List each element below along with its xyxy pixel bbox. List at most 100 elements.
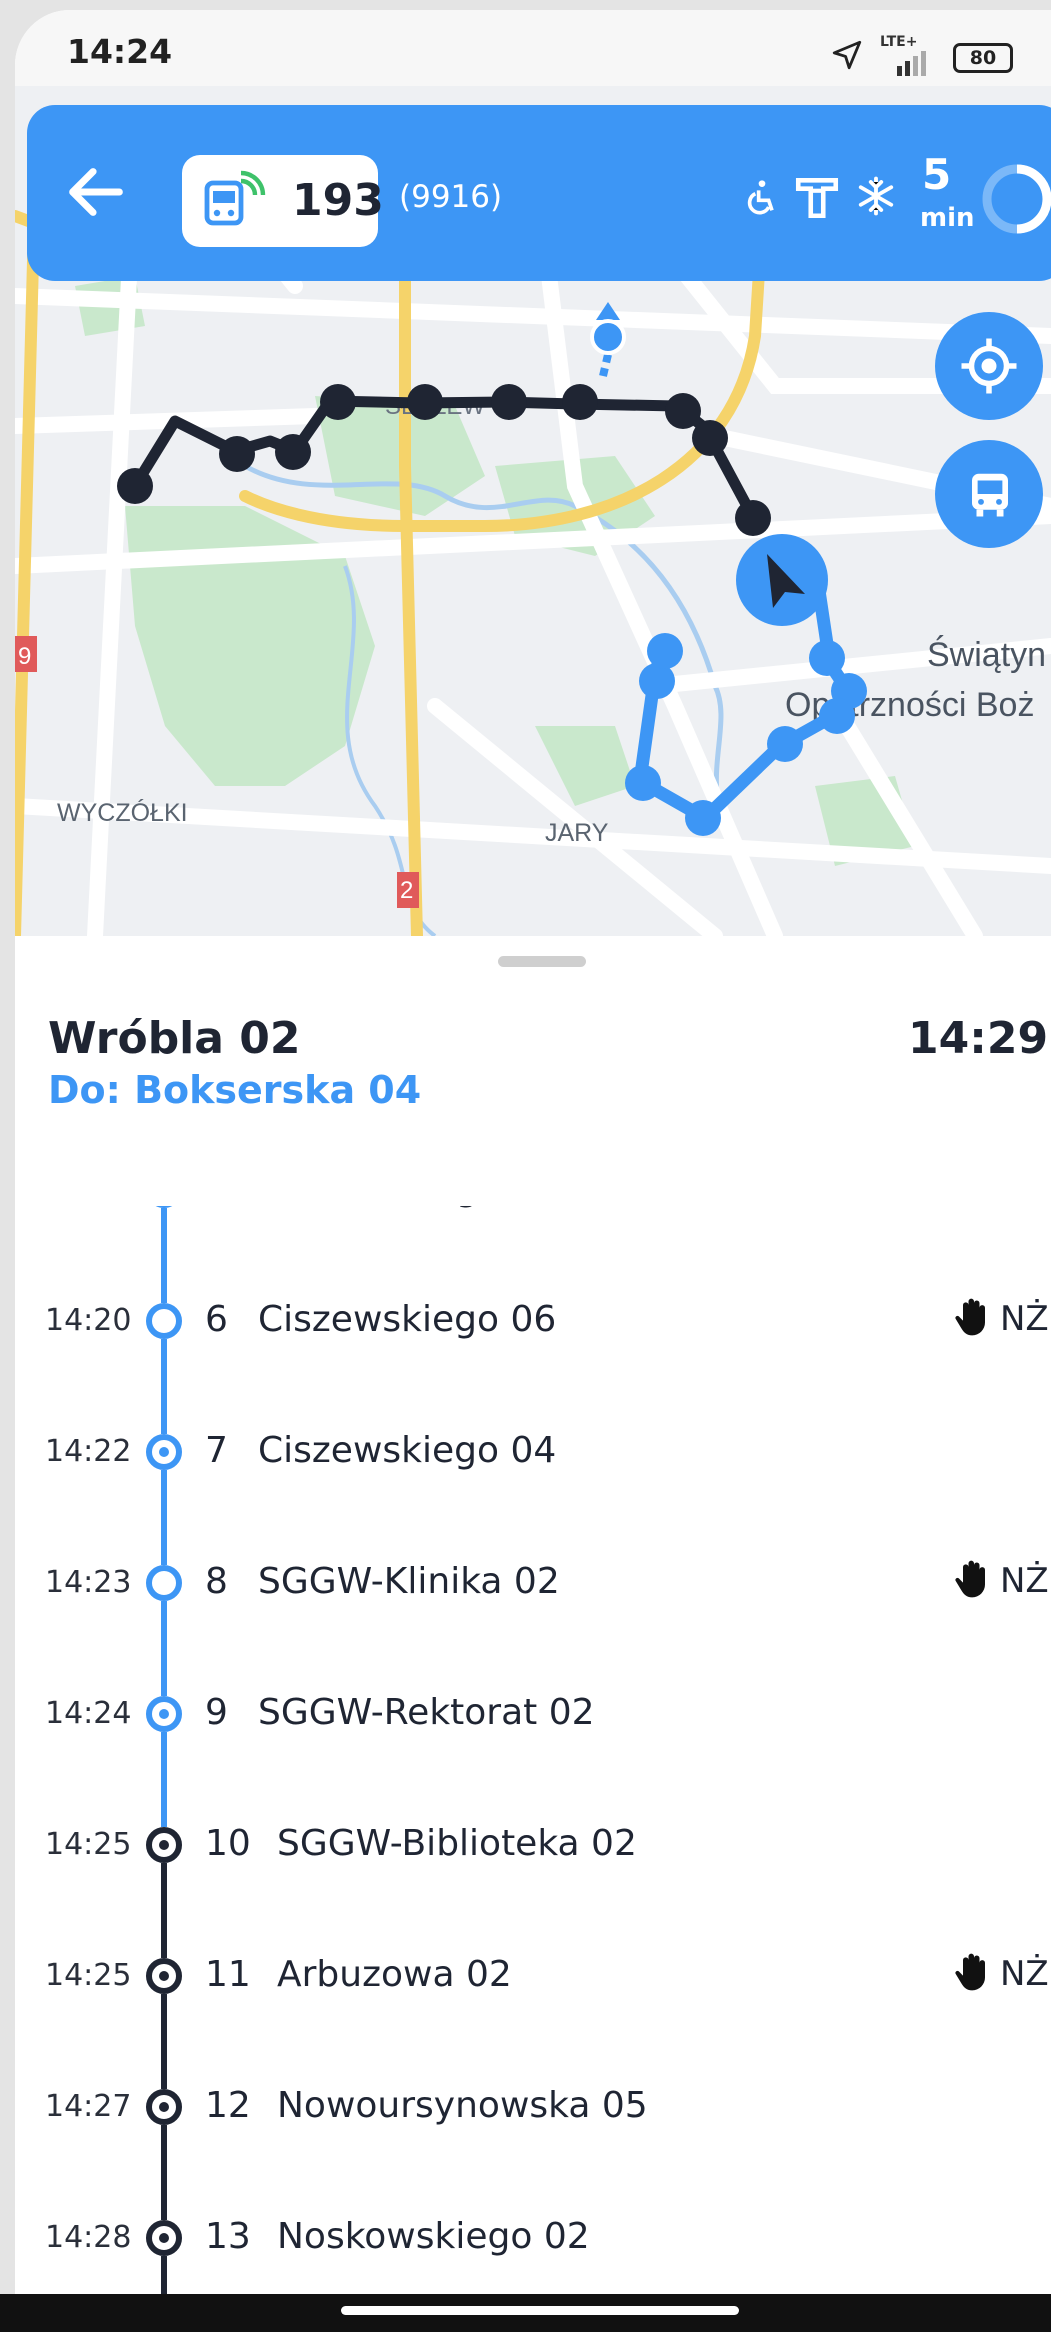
stop-departure-time: 14:22 [45,1434,132,1469]
stop-departure-time: 14:28 [45,2220,132,2255]
timeline-segment [161,1255,167,1303]
timeline-segment [161,1208,167,1255]
on-request-stop-badge: NŻ [952,1293,1049,1343]
back-arrow-icon[interactable] [61,157,131,227]
stop-row[interactable]: 14:22 7 Ciszewskiego 04 [15,1386,1051,1517]
stop-name: SGGW-Biblioteka 02 [277,1823,637,1864]
battery-icon: 80 [953,43,1013,73]
bus-icon [972,473,1008,517]
route-stop-dot [685,800,721,836]
stop-departure-time: 14:24 [45,1696,132,1731]
timeline-segment [161,1470,167,1517]
timeline-stop-dot [146,2220,182,2256]
line-badge: 193 [182,155,384,247]
stop-departure-time: 14:25 [45,1958,132,1993]
timeline-segment [161,1779,167,1827]
timeline-segment [161,1386,167,1434]
stop-sequence-number: 9 [205,1692,228,1733]
timeline-segment [161,1994,167,2041]
route-stop-dot [767,726,803,762]
stop-row[interactable]: 14:27 12 Nowoursynowska 05 [15,2041,1051,2172]
route-stop-dot [692,420,728,456]
stop-departure-time: 14:27 [45,2089,132,2124]
line-number: 193 [292,175,384,226]
wheelchair-icon [747,180,774,215]
signal-icon [897,51,926,76]
timeline-segment [161,2125,167,2172]
timeline-segment [161,1863,167,1910]
timeline-stop-dot-center [159,2233,169,2243]
route-stop-dot [562,384,598,420]
hand-stop-icon [955,1953,985,1991]
stop-row[interactable]: 14:20 6 Ciszewskiego 06 NŻ [15,1255,1051,1386]
route-stop-dot [735,500,771,536]
stop-row[interactable]: 14:25 10 SGGW-Biblioteka 02 [15,1779,1051,1910]
stop-list[interactable]: 14:20 5 Strzeleckiego 03 14:20 6 Ciszewskiego… [15,1206,1051,2316]
stop-row[interactable]: 14:28 13 Noskowskiego 02 [15,2172,1051,2303]
route-stop-dot [625,765,661,801]
stop-row[interactable]: 14:24 9 SGGW-Rektorat 02 [15,1648,1051,1779]
timeline-stop-dot-center [159,1709,169,1719]
battery-level: 80 [969,47,997,69]
on-request-label: NŻ [1000,1954,1049,1994]
stop-name: SGGW-Klinika 02 [258,1561,560,1602]
stop-name: Arbuzowa 02 [277,1954,512,1995]
on-request-label: NŻ [1000,1299,1049,1339]
route-stop-dot [117,468,153,504]
timeline-stop-dot-center [159,1840,169,1850]
stop-name: SGGW-Rektorat 02 [258,1692,595,1733]
stop-sequence-number: 13 [205,2216,251,2257]
route-stop-dot [320,384,356,420]
vehicle-focus-button[interactable] [935,440,1043,548]
stop-sequence-number: 11 [205,1954,251,1995]
map-label: Świątyn [927,635,1046,674]
stop-sequence-number: 5 [205,1206,228,1209]
stop-row[interactable]: 14:20 5 Strzeleckiego 03 [15,1206,1051,1255]
timeline-stop-dot [146,1696,182,1732]
selected-stop-title: Wróbla 02 [48,1013,301,1064]
timeline-stop-dot-center [159,1971,169,1981]
timeline-segment [161,1339,167,1386]
stop-row[interactable]: 14:23 8 SGGW-Klinika 02 NŻ [15,1517,1051,1648]
stop-name: Noskowskiego 02 [277,2216,590,2257]
route-stop-dot [665,393,701,429]
timeline-stop-dot [146,1434,182,1470]
timeline-segment [161,1910,167,1958]
road-badge-label: 9 [18,643,31,670]
stop-departure-time: 14:20 [45,1303,132,1338]
timeline-stop-dot [146,1206,182,1208]
home-indicator[interactable] [341,2306,739,2315]
route-stop-dot [407,384,443,420]
map-label: WYCZÓŁKI [57,798,188,827]
timeline-segment [161,2172,167,2220]
map-label: JARY [545,819,609,847]
stop-name: Nowoursynowska 05 [277,2085,648,2126]
stop-sequence-number: 12 [205,2085,251,2126]
route-stop-dot [809,640,845,676]
timeline-segment [161,2041,167,2089]
phone-screen: 14:24 LTE+ 80 Świątyn Opatrzności Boż WY… [15,10,1051,2332]
timeline-stop-dot-center [159,1447,169,1457]
stop-row[interactable]: 14:25 11 Arbuzowa 02 NŻ [15,1910,1051,2041]
stop-sequence-number: 7 [205,1430,228,1471]
timeline-stop-dot [146,1827,182,1863]
network-type: LTE+ [880,34,918,50]
stop-sequence-number: 6 [205,1299,228,1340]
air-conditioning-icon [858,176,894,216]
my-location-button[interactable] [935,312,1043,420]
refresh-progress-icon [982,164,1051,234]
road-badge-label: 2 [400,877,413,904]
stop-name: Strzeleckiego 03 [258,1206,558,1209]
route-stop-dot [647,633,683,669]
stop-name: Ciszewskiego 04 [258,1430,557,1471]
stop-departure-time: 14:23 [45,1565,132,1600]
route-stop-dot [219,436,255,472]
selected-stop-destination: Do: Bokserska 04 [48,1068,422,1112]
stop-name: Ciszewskiego 06 [258,1299,557,1340]
hand-stop-icon [955,1298,985,1336]
timeline-segment [161,1732,167,1779]
timeline-stop-dot [146,1565,182,1601]
route-stop-dot [819,698,855,734]
ticket-machine-icon [795,178,839,219]
sheet-drag-handle[interactable] [498,956,586,967]
